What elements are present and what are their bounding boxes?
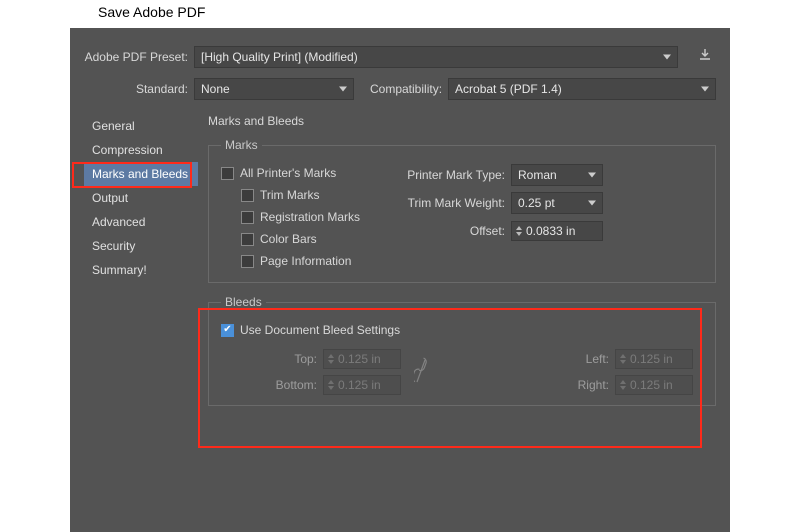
dialog-body: Adobe PDF Preset: [High Quality Print] (… xyxy=(70,28,730,532)
sidebar-item-label: Advanced xyxy=(92,215,145,229)
chevron-down-icon xyxy=(701,87,709,92)
registration-marks-checkbox[interactable] xyxy=(241,211,254,224)
standard-compat-row: Standard: None Compatibility: Acrobat 5 … xyxy=(84,78,716,100)
panel-title: Marks and Bleeds xyxy=(208,114,716,128)
bleed-values: Top: 0.125 in Bottom: 0.125 i xyxy=(221,349,703,395)
bleed-left-value: 0.125 in xyxy=(630,352,673,366)
bleed-bottom-value: 0.125 in xyxy=(338,378,381,392)
bleed-bottom-label: Bottom: xyxy=(261,378,323,392)
chevron-down-icon xyxy=(663,55,671,60)
offset-value: 0.0833 in xyxy=(526,224,575,238)
offset-label: Offset: xyxy=(391,224,511,238)
trim-mark-weight-select[interactable]: 0.25 pt xyxy=(511,192,603,214)
sidebar-item-compression[interactable]: Compression xyxy=(84,138,198,162)
stepper-icon xyxy=(620,380,626,390)
stepper-icon xyxy=(328,380,334,390)
standard-value: None xyxy=(201,82,230,96)
compatibility-label: Compatibility: xyxy=(370,82,448,96)
marks-checkboxes: All Printer's Marks Trim Marks Registrat… xyxy=(221,162,391,272)
link-values-icon xyxy=(401,356,441,389)
sidebar-item-security[interactable]: Security xyxy=(84,234,198,258)
bleed-right-input: 0.125 in xyxy=(615,375,693,395)
bleed-top-label: Top: xyxy=(261,352,323,366)
compatibility-select[interactable]: Acrobat 5 (PDF 1.4) xyxy=(448,78,716,100)
all-printers-marks-checkbox[interactable] xyxy=(221,167,234,180)
bleed-right-label: Right: xyxy=(553,378,615,392)
save-pdf-dialog: Save Adobe PDF Adobe PDF Preset: [High Q… xyxy=(0,0,800,532)
sidebar-item-marks-and-bleeds[interactable]: Marks and Bleeds xyxy=(84,162,198,186)
window-title: Save Adobe PDF xyxy=(0,0,800,28)
offset-input[interactable]: 0.0833 in xyxy=(511,221,603,241)
sidebar-item-output[interactable]: Output xyxy=(84,186,198,210)
bleed-left-input: 0.125 in xyxy=(615,349,693,369)
stepper-icon[interactable] xyxy=(516,226,522,236)
sidebar-item-label: Marks and Bleeds xyxy=(92,167,188,181)
sidebar-item-label: Security xyxy=(92,239,135,253)
all-printers-marks-label: All Printer's Marks xyxy=(240,166,336,180)
preset-row: Adobe PDF Preset: [High Quality Print] (… xyxy=(84,46,716,68)
stepper-icon xyxy=(620,354,626,364)
compatibility-value: Acrobat 5 (PDF 1.4) xyxy=(455,82,562,96)
printer-mark-type-label: Printer Mark Type: xyxy=(391,168,511,182)
bleed-top-input: 0.125 in xyxy=(323,349,401,369)
page-information-checkbox[interactable] xyxy=(241,255,254,268)
trim-marks-label: Trim Marks xyxy=(260,188,320,202)
panel-content: Marks and Bleeds Marks All Printer's Mar… xyxy=(198,114,716,418)
chevron-down-icon xyxy=(588,173,596,178)
sidebar-item-label: Summary! xyxy=(92,263,147,277)
registration-marks-label: Registration Marks xyxy=(260,210,360,224)
trim-mark-weight-label: Trim Mark Weight: xyxy=(391,196,511,210)
sidebar-item-label: Output xyxy=(92,191,128,205)
marks-legend: Marks xyxy=(221,138,262,152)
printer-mark-type-value: Roman xyxy=(518,168,557,182)
printer-mark-type-select[interactable]: Roman xyxy=(511,164,603,186)
bleed-bottom-input: 0.125 in xyxy=(323,375,401,395)
trim-marks-checkbox[interactable] xyxy=(241,189,254,202)
marks-options: Printer Mark Type: Roman Trim Mark Weigh… xyxy=(391,162,703,272)
page-information-label: Page Information xyxy=(260,254,351,268)
sidebar-item-advanced[interactable]: Advanced xyxy=(84,210,198,234)
stepper-icon xyxy=(328,354,334,364)
color-bars-checkbox[interactable] xyxy=(241,233,254,246)
sidebar-item-general[interactable]: General xyxy=(84,114,198,138)
download-icon[interactable] xyxy=(698,48,712,65)
marks-fieldset: Marks All Printer's Marks Trim Marks xyxy=(208,138,716,283)
sidebar-item-summary[interactable]: Summary! xyxy=(84,258,198,282)
preset-value: [High Quality Print] (Modified) xyxy=(201,50,358,64)
trim-mark-weight-value: 0.25 pt xyxy=(518,196,555,210)
color-bars-label: Color Bars xyxy=(260,232,317,246)
bleeds-fieldset: Bleeds Use Document Bleed Settings Top: … xyxy=(208,295,716,406)
category-sidebar: General Compression Marks and Bleeds Out… xyxy=(84,114,198,418)
bleed-right-value: 0.125 in xyxy=(630,378,673,392)
standard-label: Standard: xyxy=(84,82,194,96)
chevron-down-icon xyxy=(339,87,347,92)
preset-label: Adobe PDF Preset: xyxy=(84,50,194,64)
sidebar-item-label: Compression xyxy=(92,143,163,157)
bleed-left-label: Left: xyxy=(553,352,615,366)
bleed-top-value: 0.125 in xyxy=(338,352,381,366)
use-document-bleed-checkbox[interactable] xyxy=(221,324,234,337)
chevron-down-icon xyxy=(588,201,596,206)
standard-select[interactable]: None xyxy=(194,78,354,100)
bleeds-legend: Bleeds xyxy=(221,295,266,309)
use-document-bleed-label: Use Document Bleed Settings xyxy=(240,323,400,337)
preset-select[interactable]: [High Quality Print] (Modified) xyxy=(194,46,678,68)
sidebar-item-label: General xyxy=(92,119,135,133)
